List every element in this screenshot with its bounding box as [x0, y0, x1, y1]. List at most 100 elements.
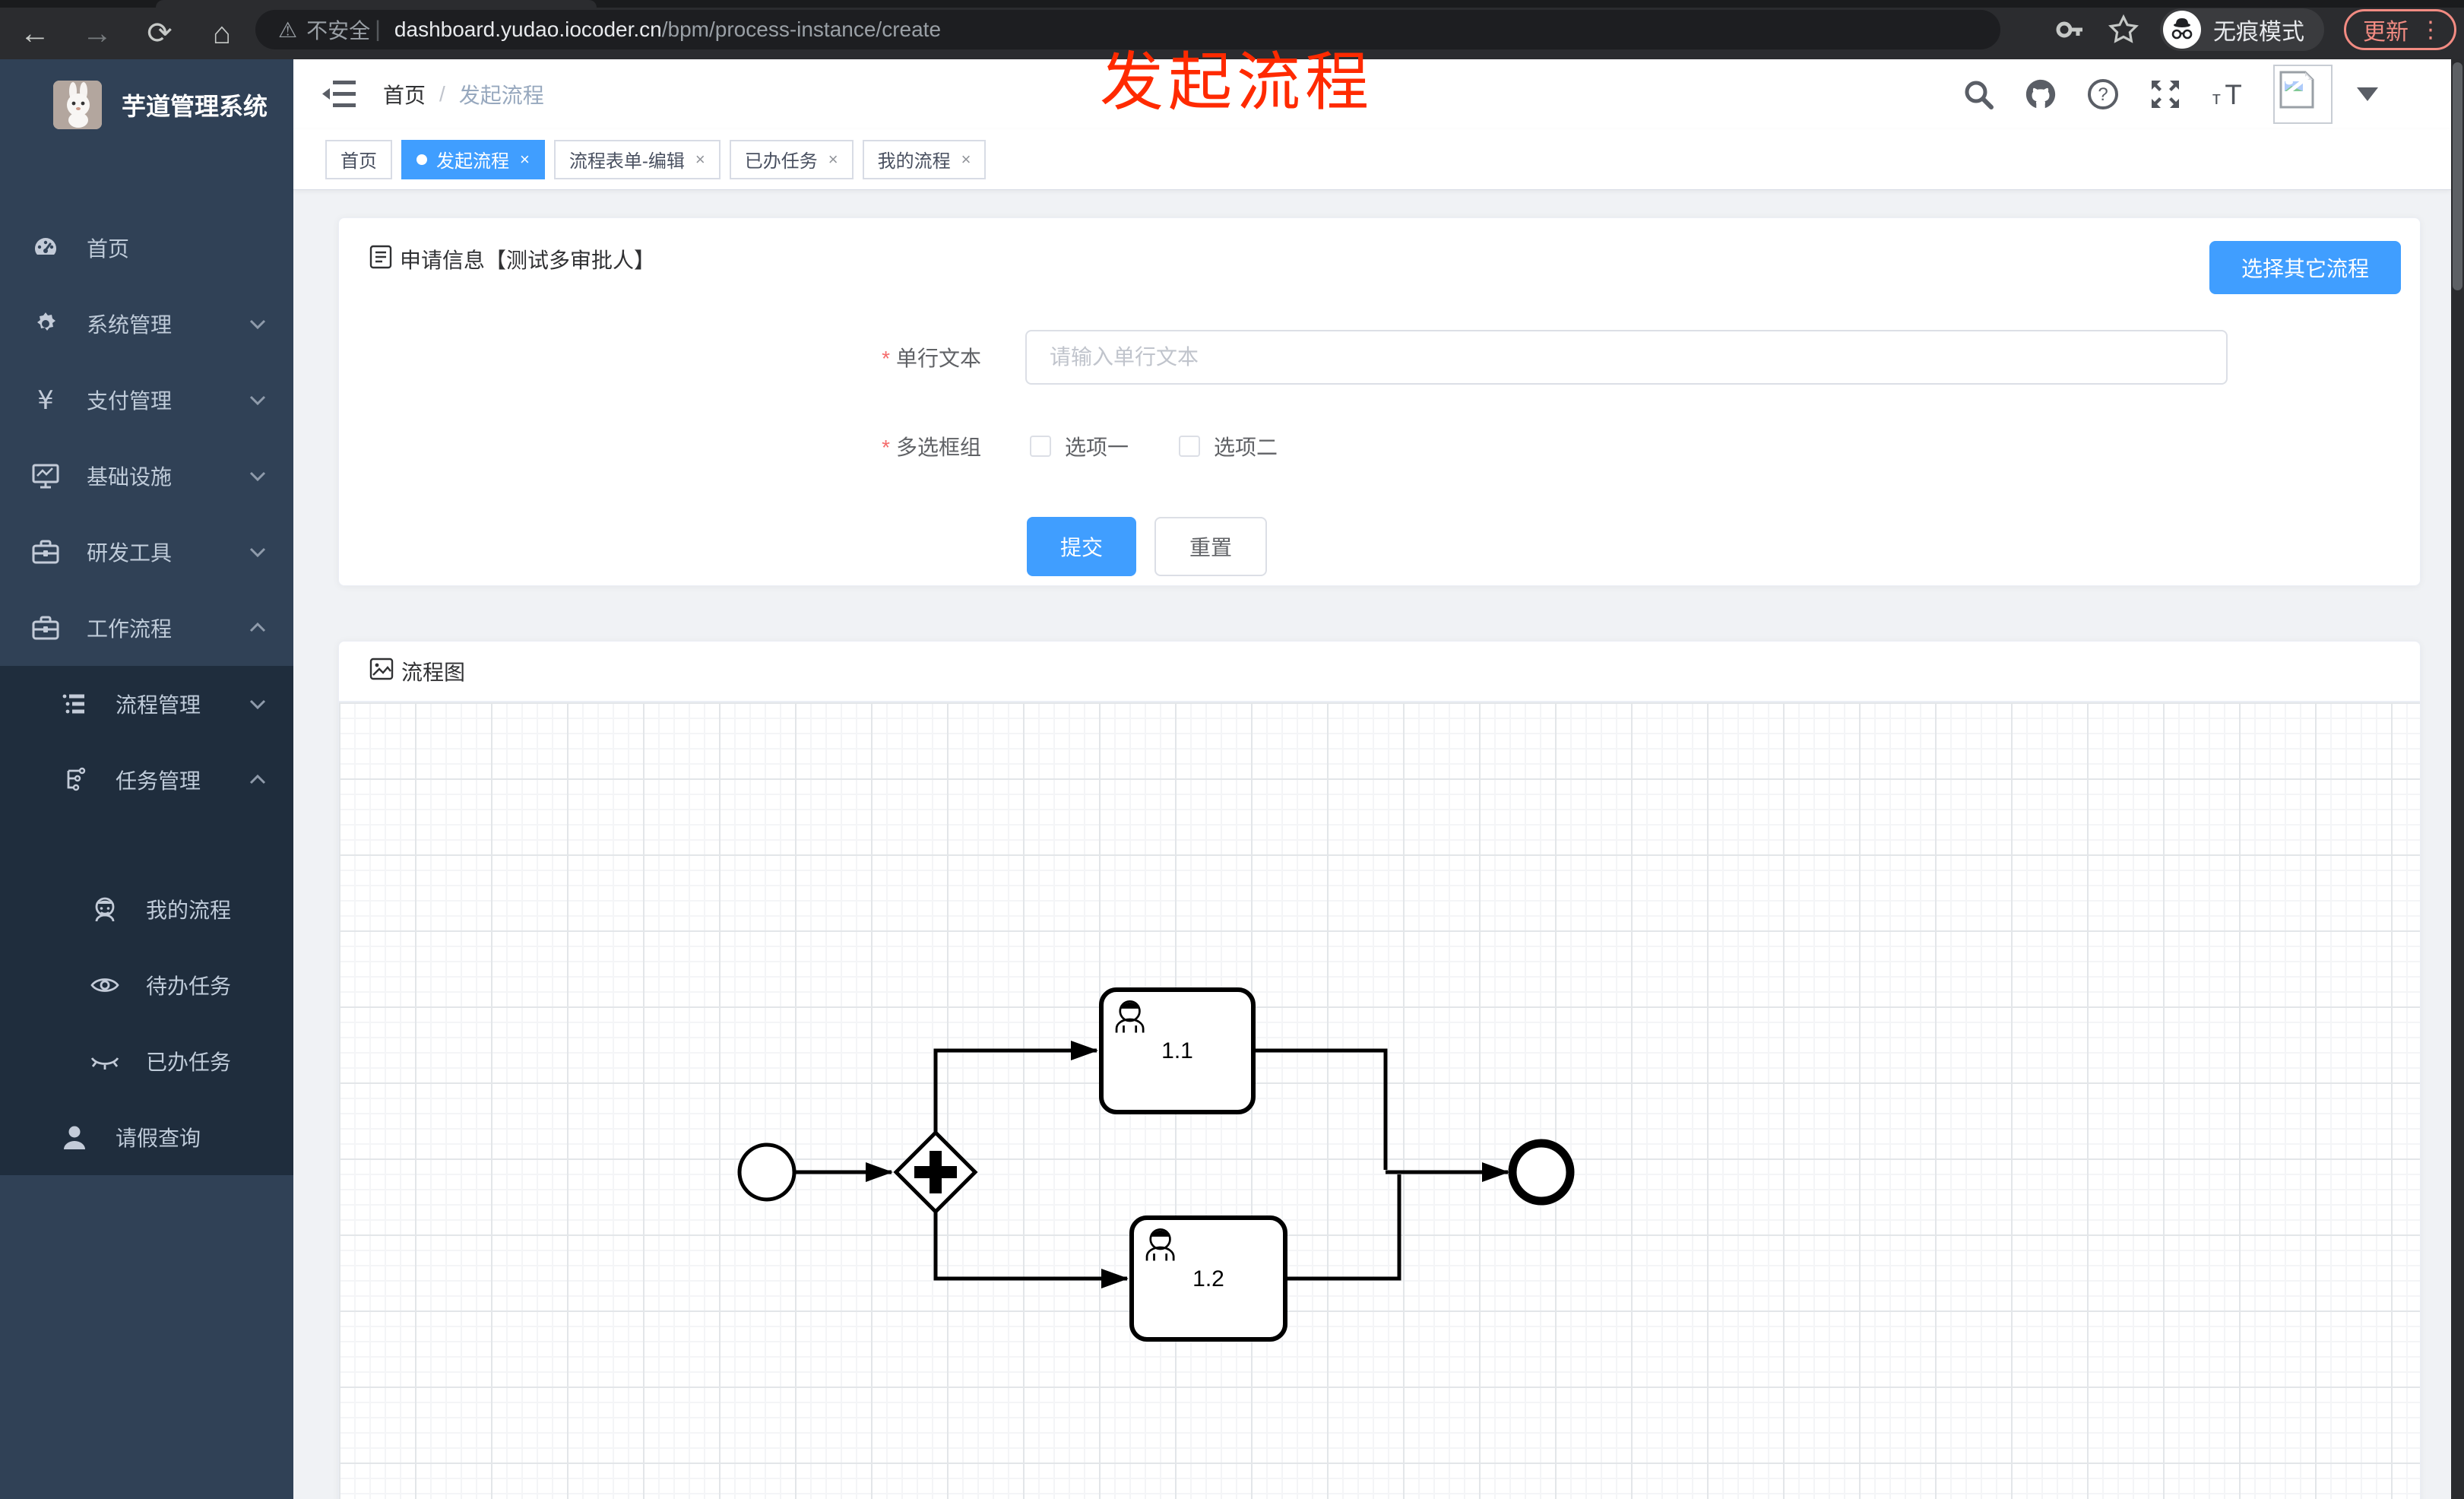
app-title: 芋道管理系统	[122, 93, 268, 120]
checkbox-option2[interactable]: 选项二	[1179, 431, 1278, 461]
chevron-up-icon	[248, 770, 268, 790]
tree-list-icon	[59, 690, 90, 718]
svg-text:?: ?	[2098, 84, 2108, 105]
tab-label: 我的流程	[877, 151, 951, 172]
checkbox-option1[interactable]: 选项一	[1030, 431, 1129, 461]
sidebar-item-label: 请假查询	[116, 1127, 201, 1150]
bpmn-canvas[interactable]: 1.1 1.2	[339, 702, 2420, 1499]
active-tab-dot	[416, 154, 427, 165]
submit-button[interactable]: 提交	[1027, 517, 1137, 576]
tab-my-processes[interactable]: 我的流程 ×	[862, 139, 987, 179]
sidebar-item-system-management[interactable]: 系统管理	[0, 286, 293, 362]
app-logo-row[interactable]: 芋道管理系统	[0, 59, 293, 151]
browser-forward-icon[interactable]: →	[79, 15, 116, 52]
checkbox-group-label: * 多选框组	[882, 436, 981, 459]
github-icon[interactable]	[2024, 78, 2057, 111]
help-icon[interactable]: ?	[2086, 78, 2120, 111]
browser-tabstrip	[0, 0, 2464, 8]
gear-icon	[30, 310, 61, 338]
page-scrollbar	[2451, 59, 2464, 1499]
sidebar-item-label: 研发工具	[87, 541, 173, 565]
image-icon	[369, 658, 394, 686]
tab-close-icon[interactable]: ×	[961, 150, 971, 170]
sidebar-item-process-management[interactable]: 流程管理	[0, 666, 293, 742]
tags-view-bar: 首页 发起流程 × 流程表单-编辑 × 已办任务 × 我的流程 ×	[293, 129, 2451, 190]
fullscreen-icon[interactable]	[2149, 78, 2182, 111]
url-separator: |	[375, 17, 381, 42]
chevron-down-icon	[248, 466, 268, 486]
sidebar-item-task-management[interactable]: 任务管理	[0, 742, 293, 818]
sidebar-item-dev-tools[interactable]: 研发工具	[0, 514, 293, 590]
sidebar-menu: 首页系统管理 ¥ 支付管理基础设施研发工具工作流程 流程管理 任务管理我的流程 待办任务已…	[0, 210, 293, 1175]
tab-close-icon[interactable]: ×	[828, 150, 838, 170]
user-task-node-1-2[interactable]: 1.2	[1129, 1215, 1287, 1342]
tab-done-tasks[interactable]: 已办任务 ×	[729, 139, 854, 179]
end-event-node[interactable]	[1508, 1139, 1575, 1206]
start-event-node[interactable]	[737, 1142, 797, 1202]
sidebar-collapse-icon[interactable]	[322, 78, 357, 111]
browser-tab[interactable]	[156, 0, 597, 8]
bookmark-star-icon[interactable]	[2107, 13, 2140, 46]
sidebar-item-done-tasks[interactable]: 已办任务	[0, 1023, 293, 1099]
url-bar[interactable]: ⚠ 不安全 | dashboard.yudao.iocoder.cn /bpm/…	[255, 10, 2000, 49]
tab-close-icon[interactable]: ×	[520, 150, 530, 170]
sidebar-item-infrastructure[interactable]: 基础设施	[0, 438, 293, 514]
tab-home[interactable]: 首页	[325, 139, 392, 179]
page-annotation: 发起流程	[1100, 46, 1374, 118]
browser-home-icon[interactable]: ⌂	[204, 15, 240, 52]
sidebar-item-todo-tasks[interactable]: 待办任务	[0, 947, 293, 1023]
toolbox-icon	[30, 614, 61, 642]
diagram-card-title: 流程图	[401, 661, 466, 684]
font-size-icon[interactable]: тT	[2211, 78, 2244, 111]
sidebar: 芋道管理系统 首页系统管理 ¥ 支付管理基础设施研发工具工作流程 流程管理 任务管理我的…	[0, 59, 293, 1499]
tab-label: 流程表单-编辑	[568, 151, 685, 172]
eye-closed-icon	[90, 1047, 120, 1075]
browser-update-button[interactable]: 更新 ⋮	[2344, 9, 2456, 50]
sidebar-item-payment-management[interactable]: ¥ 支付管理	[0, 362, 293, 438]
parallel-gateway-node[interactable]	[893, 1130, 978, 1215]
sidebar-item-home[interactable]: 首页	[0, 210, 293, 286]
search-icon[interactable]	[1962, 78, 1995, 111]
breadcrumb-home[interactable]: 首页	[383, 79, 426, 109]
svg-text:¥: ¥	[37, 386, 54, 414]
avatar-dropdown-caret-icon[interactable]	[2357, 87, 2378, 101]
breadcrumb-separator: /	[439, 82, 445, 106]
incognito-icon	[2163, 11, 2201, 49]
sidebar-item-label: 支付管理	[87, 389, 173, 413]
person-face-icon	[90, 895, 120, 923]
page-scrollbar-thumb[interactable]	[2453, 62, 2462, 290]
sidebar-item-workflow[interactable]: 工作流程	[0, 590, 293, 666]
single-line-text-input-wrap	[1025, 330, 2228, 385]
svg-text:т: т	[2212, 88, 2221, 109]
tab-process-form-edit[interactable]: 流程表单-编辑 ×	[553, 139, 721, 179]
checkbox-label: 选项二	[1214, 436, 1278, 459]
checkbox-group: 选项一 选项二	[1030, 431, 1278, 461]
user-task-node-1-1[interactable]: 1.1	[1099, 987, 1256, 1114]
single-line-text-input[interactable]	[1050, 345, 2203, 369]
svg-text:T: T	[2225, 79, 2241, 110]
app-logo-rabbit	[53, 81, 102, 129]
browser-reload-icon[interactable]: ⟳	[141, 15, 178, 52]
tab-create-process[interactable]: 发起流程 ×	[401, 139, 545, 179]
chevron-down-icon	[248, 694, 268, 714]
eye-open-icon	[90, 971, 120, 999]
dashboard-icon	[30, 234, 61, 261]
checkbox-box[interactable]	[1030, 436, 1051, 457]
tab-close-icon[interactable]: ×	[695, 150, 705, 170]
user-avatar-broken-image[interactable]	[2273, 65, 2333, 124]
choose-other-process-button[interactable]: 选择其它流程	[2209, 241, 2401, 294]
sidebar-item-label: 首页	[87, 237, 130, 261]
sidebar-item-my-processes[interactable]: 我的流程	[0, 871, 293, 947]
key-icon[interactable]	[2054, 13, 2087, 46]
main-area: 首页 / 发起流程 ? тT 首页 发起流程 × 流程表单-编辑 × 已办任务 …	[293, 59, 2451, 1499]
browser-menu-icon[interactable]: ⋮	[2419, 17, 2442, 43]
tab-label: 首页	[340, 151, 377, 172]
task-label: 1.2	[1192, 1266, 1224, 1291]
checkbox-label: 选项一	[1065, 436, 1129, 459]
checkbox-box[interactable]	[1179, 436, 1201, 457]
update-label: 更新	[2363, 20, 2409, 45]
browser-back-icon[interactable]: ←	[17, 15, 53, 52]
url-host: dashboard.yudao.iocoder.cn	[394, 17, 662, 41]
sidebar-item-leave-query[interactable]: 请假查询	[0, 1099, 293, 1175]
reset-button[interactable]: 重置	[1154, 517, 1268, 576]
